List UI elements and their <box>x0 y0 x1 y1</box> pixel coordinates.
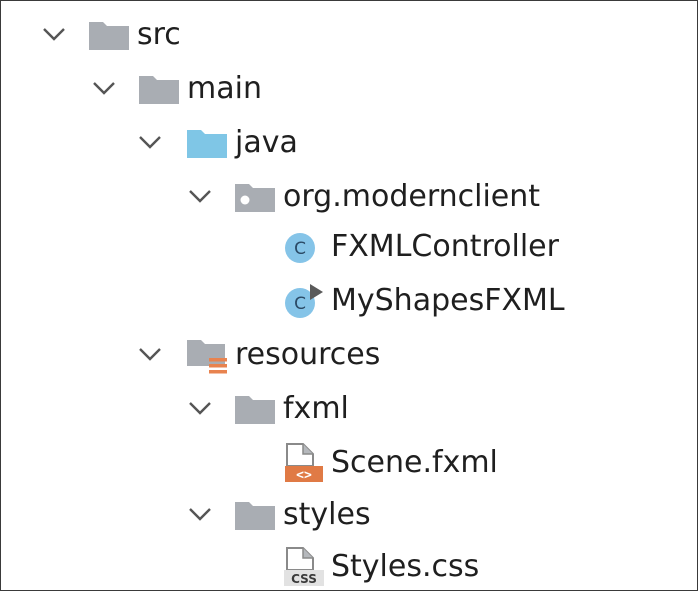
java-class-icon: C <box>283 230 319 266</box>
tree-node-label: FXMLController <box>331 229 559 264</box>
tree-node-label: resources <box>235 337 381 372</box>
tree-node-scene-fxml[interactable]: <> Scene.fxml <box>1 436 699 490</box>
fxml-file-icon: <> <box>283 442 325 484</box>
tree-node-java[interactable]: java <box>1 116 699 170</box>
css-badge: CSS <box>291 572 317 586</box>
tree-node-label: MyShapesFXML <box>331 283 565 318</box>
folder-icon <box>235 500 275 530</box>
tree-node-main[interactable]: main <box>1 62 699 116</box>
package-icon <box>235 182 275 212</box>
tree-node-label: src <box>137 17 181 52</box>
tree-node-label: styles <box>283 497 371 532</box>
chevron-down-icon[interactable] <box>187 400 213 418</box>
chevron-down-icon[interactable] <box>91 80 117 98</box>
tree-node-fxml[interactable]: fxml <box>1 382 699 436</box>
tree-node-fxmlcontroller[interactable]: C FXMLController <box>1 220 699 274</box>
project-tree: src main java org.modernclient C FXMLCon… <box>1 1 699 592</box>
project-tree-panel: src main java org.modernclient C FXMLCon… <box>0 0 698 591</box>
chevron-down-icon[interactable] <box>187 506 213 524</box>
source-folder-icon <box>187 128 227 158</box>
tree-node-resources[interactable]: resources <box>1 328 699 382</box>
tree-node-label: main <box>187 71 262 106</box>
fxml-badge: <> <box>296 468 312 483</box>
tree-node-label: Scene.fxml <box>331 445 498 480</box>
java-runnable-class-icon: C <box>283 282 325 320</box>
class-letter: C <box>294 239 306 259</box>
chevron-down-icon[interactable] <box>41 26 67 44</box>
resources-folder-icon <box>187 338 231 376</box>
tree-node-myshapesfxml[interactable]: C MyShapesFXML <box>1 274 699 328</box>
tree-node-org-modernclient[interactable]: org.modernclient <box>1 170 699 224</box>
folder-icon <box>139 74 179 104</box>
tree-node-label: fxml <box>283 391 349 426</box>
tree-node-styles-css[interactable]: CSS Styles.css <box>1 540 699 594</box>
class-letter: C <box>294 294 306 314</box>
chevron-down-icon[interactable] <box>187 188 213 206</box>
chevron-down-icon[interactable] <box>137 346 163 364</box>
css-file-icon: CSS <box>283 546 325 588</box>
folder-icon <box>235 394 275 424</box>
tree-node-label: org.modernclient <box>283 179 541 214</box>
tree-node-label: Styles.css <box>331 549 480 584</box>
tree-node-label: java <box>235 125 298 160</box>
folder-icon <box>89 20 129 50</box>
tree-node-src[interactable]: src <box>1 8 699 62</box>
chevron-down-icon[interactable] <box>137 134 163 152</box>
tree-node-styles[interactable]: styles <box>1 488 699 542</box>
